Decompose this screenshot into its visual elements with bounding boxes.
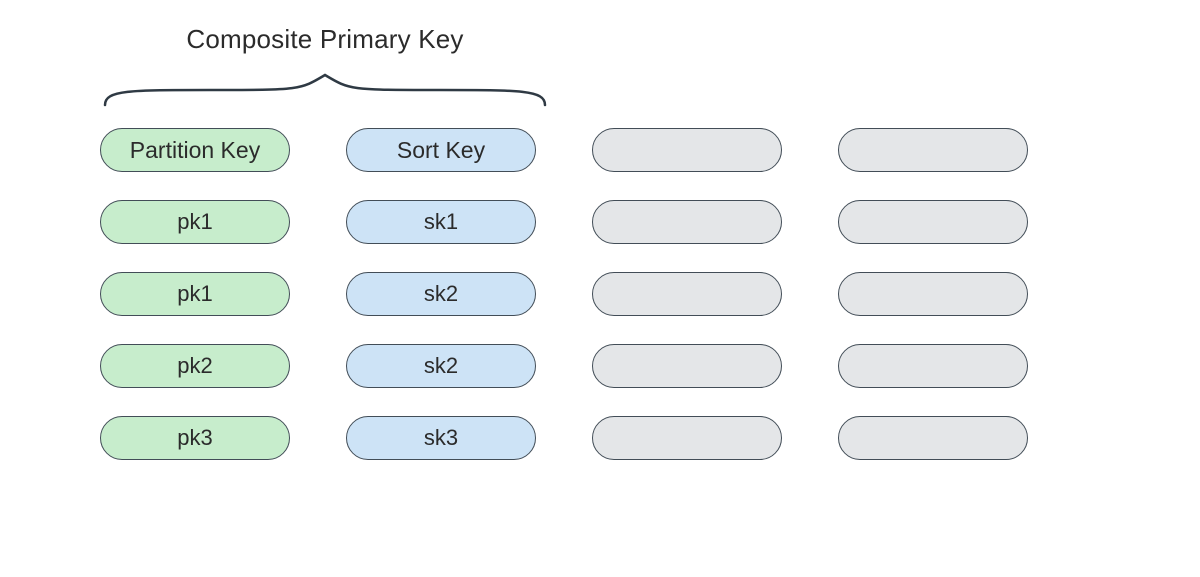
attr-cell (838, 416, 1028, 460)
attr-cell (592, 272, 782, 316)
pk-cell: pk2 (100, 344, 290, 388)
sk-cell: sk2 (346, 344, 536, 388)
brace-icon (100, 70, 550, 110)
pk-cell: pk1 (100, 272, 290, 316)
pk-cell: pk1 (100, 200, 290, 244)
sk-cell: sk1 (346, 200, 536, 244)
diagram-canvas: Composite Primary Key Partition Key Sort… (0, 0, 1200, 577)
attr-cell (838, 200, 1028, 244)
header-attr-2 (838, 128, 1028, 172)
sk-cell: sk2 (346, 272, 536, 316)
sk-cell: sk3 (346, 416, 536, 460)
attr-cell (838, 344, 1028, 388)
header-attr-1 (592, 128, 782, 172)
diagram-title: Composite Primary Key (100, 24, 550, 55)
pk-cell: pk3 (100, 416, 290, 460)
header-sort-key: Sort Key (346, 128, 536, 172)
attr-cell (592, 416, 782, 460)
attr-cell (838, 272, 1028, 316)
attr-cell (592, 344, 782, 388)
header-partition-key: Partition Key (100, 128, 290, 172)
key-table: Partition Key Sort Key pk1 sk1 pk1 sk2 p… (100, 128, 1028, 460)
attr-cell (592, 200, 782, 244)
